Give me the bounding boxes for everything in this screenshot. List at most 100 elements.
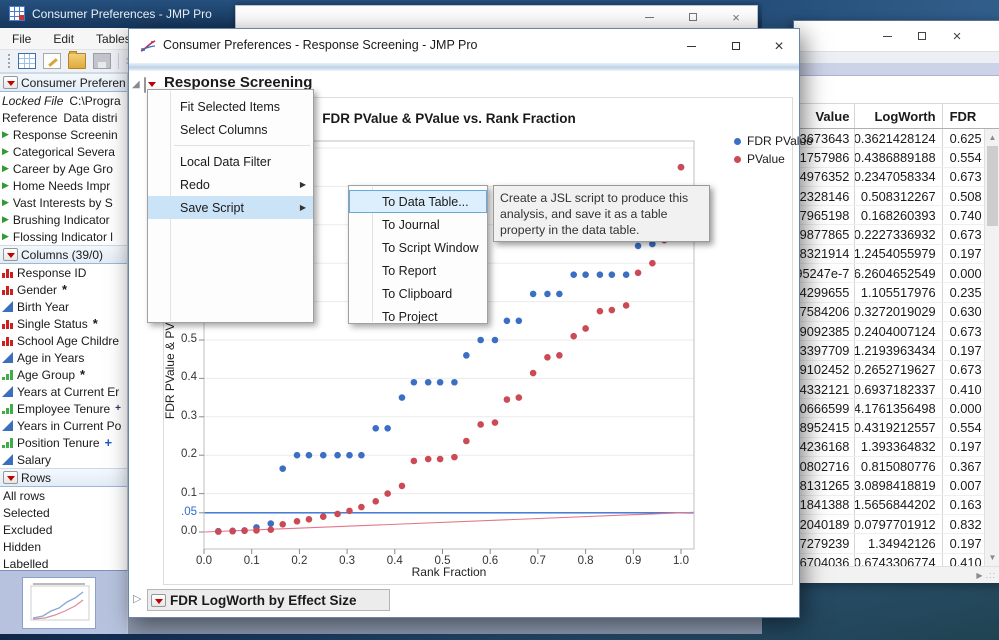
table-cell[interactable]: 03397709 [794,341,855,359]
table-row[interactable]: 081312653.08984188190.007 [794,476,999,495]
menu-edit[interactable]: Edit [53,32,74,46]
menu-item-fit-selected-items[interactable]: Fit Selected Items [148,95,313,118]
data-point-pvalue[interactable] [267,526,274,533]
data-point-fdr-pvalue[interactable] [384,425,391,432]
table-row[interactable]: 291024520.26527196270.673 [794,361,999,380]
data-point-fdr-pvalue[interactable] [582,271,589,278]
sidebar-script-item[interactable]: ▶Home Needs Impr [0,177,127,194]
data-point-pvalue[interactable] [492,419,499,426]
sidebar-script-item[interactable]: ▶Categorical Severa [0,143,127,160]
sidebar-column-item[interactable]: Birth Year [0,298,127,315]
data-point-pvalue[interactable] [294,518,301,525]
table-cell[interactable]: 95247e-7 [794,264,855,282]
table-cell[interactable]: 04236168 [794,438,855,456]
minimize-icon[interactable] [674,36,708,56]
script-run-icon[interactable]: ▶ [2,232,9,241]
minimize-icon[interactable] [634,8,664,26]
data-point-pvalue[interactable] [530,370,537,377]
data-point-fdr-pvalue[interactable] [411,379,418,386]
table-row[interactable]: 417579860.43868891880.554 [794,148,999,167]
submenu-item-to-project[interactable]: To Project [349,305,487,328]
close-icon[interactable]: × [721,8,751,26]
sidebar-rows-item[interactable]: Hidden [0,538,127,555]
data-point-fdr-pvalue[interactable] [556,291,563,298]
data-point-pvalue[interactable] [582,325,589,332]
data-point-pvalue[interactable] [358,504,365,511]
table-row[interactable]: 006665994.17613564980.000 [794,399,999,418]
table-cell[interactable]: 07584206 [794,303,855,321]
sidebar-rows-item[interactable]: Excluded [0,521,127,538]
import-icon[interactable] [43,53,61,69]
data-point-pvalue[interactable] [411,458,418,465]
table-cell[interactable]: 0.6937182337 [855,380,942,398]
data-point-fdr-pvalue[interactable] [399,394,406,401]
table-cell[interactable]: 37965198 [794,206,855,224]
table-cell[interactable]: 1.2454055979 [855,245,942,263]
data-point-pvalue[interactable] [279,521,286,528]
table-cell[interactable]: 34299655 [794,283,855,301]
table-cell[interactable]: 59877865 [794,225,855,243]
data-point-pvalue[interactable] [372,498,379,505]
submenu-item-to-script-window[interactable]: To Script Window [349,236,487,259]
sidebar-column-item[interactable]: Salary [0,451,127,468]
data-point-fdr-pvalue[interactable] [267,520,274,527]
table-cell[interactable]: 1.2193963434 [855,341,942,359]
disclosure-collapsed-icon[interactable]: ▷ [133,592,141,605]
script-run-icon[interactable]: ▶ [2,130,9,139]
table-cell[interactable]: 1.393364832 [855,438,942,456]
data-point-fdr-pvalue[interactable] [451,379,458,386]
table-cell[interactable]: 0.3272019029 [855,303,942,321]
script-run-icon[interactable]: ▶ [2,198,9,207]
data-point-pvalue[interactable] [477,421,484,428]
sidebar-script-item[interactable]: ▶Career by Age Gro [0,160,127,177]
menu-item-select-columns[interactable]: Select Columns [148,118,313,141]
table-cell[interactable]: 0.6743306774 [855,554,942,566]
data-point-pvalue[interactable] [346,508,353,515]
script-run-icon[interactable]: ▶ [2,215,9,224]
data-point-fdr-pvalue[interactable] [492,337,499,344]
scrollbar-thumb[interactable] [987,146,998,226]
table-cell[interactable]: 0.2347058334 [855,168,942,186]
table-cell[interactable]: 0.3621428124 [855,129,942,147]
data-point-pvalue[interactable] [609,307,616,314]
data-point-fdr-pvalue[interactable] [306,452,313,459]
table-row[interactable]: 989524150.43192125570.554 [794,418,999,437]
table-body[interactable]: 436736430.36214281240.625417579860.43868… [794,129,999,566]
table-cell[interactable]: 58321914 [794,245,855,263]
sidebar-column-item[interactable]: Gender* [0,281,127,298]
data-point-pvalue[interactable] [597,308,604,315]
data-point-fdr-pvalue[interactable] [635,243,642,250]
table-row[interactable]: 243321210.69371823370.410 [794,380,999,399]
window-list-pane[interactable] [0,570,128,634]
data-point-fdr-pvalue[interactable] [358,452,365,459]
close-icon[interactable]: × [762,36,796,56]
red-triangle-menu-icon[interactable] [144,77,146,93]
data-point-pvalue[interactable] [215,528,222,535]
sidebar-column-item[interactable]: Age Group* [0,366,127,383]
table-cell[interactable]: 47279239 [794,534,855,552]
data-point-pvalue[interactable] [635,270,642,277]
table-row[interactable]: 033977091.21939634340.197 [794,341,999,360]
table-row[interactable]: 472792391.349421260.197 [794,534,999,553]
data-point-pvalue[interactable] [544,354,551,361]
menu-file[interactable]: File [12,32,31,46]
red-triangle-menu-icon[interactable] [151,594,166,607]
table-row[interactable]: 075842060.32720190290.630 [794,303,999,322]
table-cell[interactable]: 0.4386889188 [855,148,942,166]
dialog-titlebar[interactable]: Consumer Preferences - Response Screenin… [129,29,799,63]
data-point-fdr-pvalue[interactable] [425,379,432,386]
column-header-logworth[interactable]: LogWorth [855,104,942,128]
table-row[interactable]: 583219141.24540559790.197 [794,245,999,264]
submenu-item-to-report[interactable]: To Report [349,259,487,282]
data-point-pvalue[interactable] [320,513,327,520]
sidebar-column-item[interactable]: Age in Years [0,349,127,366]
table-cell[interactable]: 0.0797701912 [855,515,942,533]
table-cell[interactable]: 98952415 [794,418,855,436]
sidebar-column-item[interactable]: Response ID [0,264,127,281]
table-row[interactable]: 436736430.36214281240.625 [794,129,999,148]
column-header-value[interactable]: Value [794,104,855,128]
data-point-pvalue[interactable] [437,456,444,463]
script-run-icon[interactable]: ▶ [2,164,9,173]
table-cell[interactable]: 0.2227336932 [855,225,942,243]
data-point-fdr-pvalue[interactable] [372,425,379,432]
